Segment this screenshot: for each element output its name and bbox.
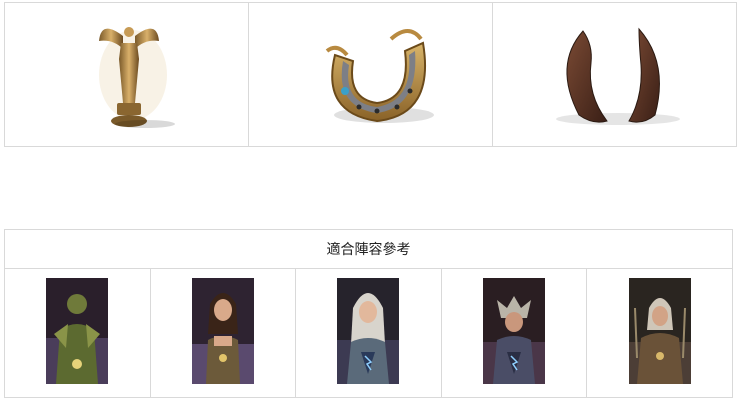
horseshoe-icon bbox=[325, 29, 434, 123]
hero-portrait-5[interactable] bbox=[628, 278, 691, 384]
horns-icon bbox=[556, 27, 680, 125]
statuette-icon bbox=[99, 27, 175, 128]
hero-portrait-4[interactable] bbox=[483, 278, 546, 384]
item-cell-horseshoe bbox=[248, 2, 493, 147]
hero-cell[interactable] bbox=[149, 268, 297, 398]
lineup-title: 適合陣容參考 bbox=[4, 229, 733, 269]
item-cell-statuette bbox=[4, 2, 249, 147]
hero-cell[interactable] bbox=[586, 268, 733, 398]
hero-cell[interactable] bbox=[4, 268, 151, 398]
lineup-table: 適合陣容參考 bbox=[4, 229, 733, 398]
hero-portrait-1[interactable] bbox=[46, 278, 109, 384]
hero-portrait-2[interactable] bbox=[191, 278, 254, 384]
items-table bbox=[4, 2, 737, 147]
hero-cell[interactable] bbox=[295, 268, 442, 398]
hero-portrait-3[interactable] bbox=[337, 278, 400, 384]
hero-cell[interactable] bbox=[440, 268, 588, 398]
item-cell-horns bbox=[492, 2, 737, 147]
